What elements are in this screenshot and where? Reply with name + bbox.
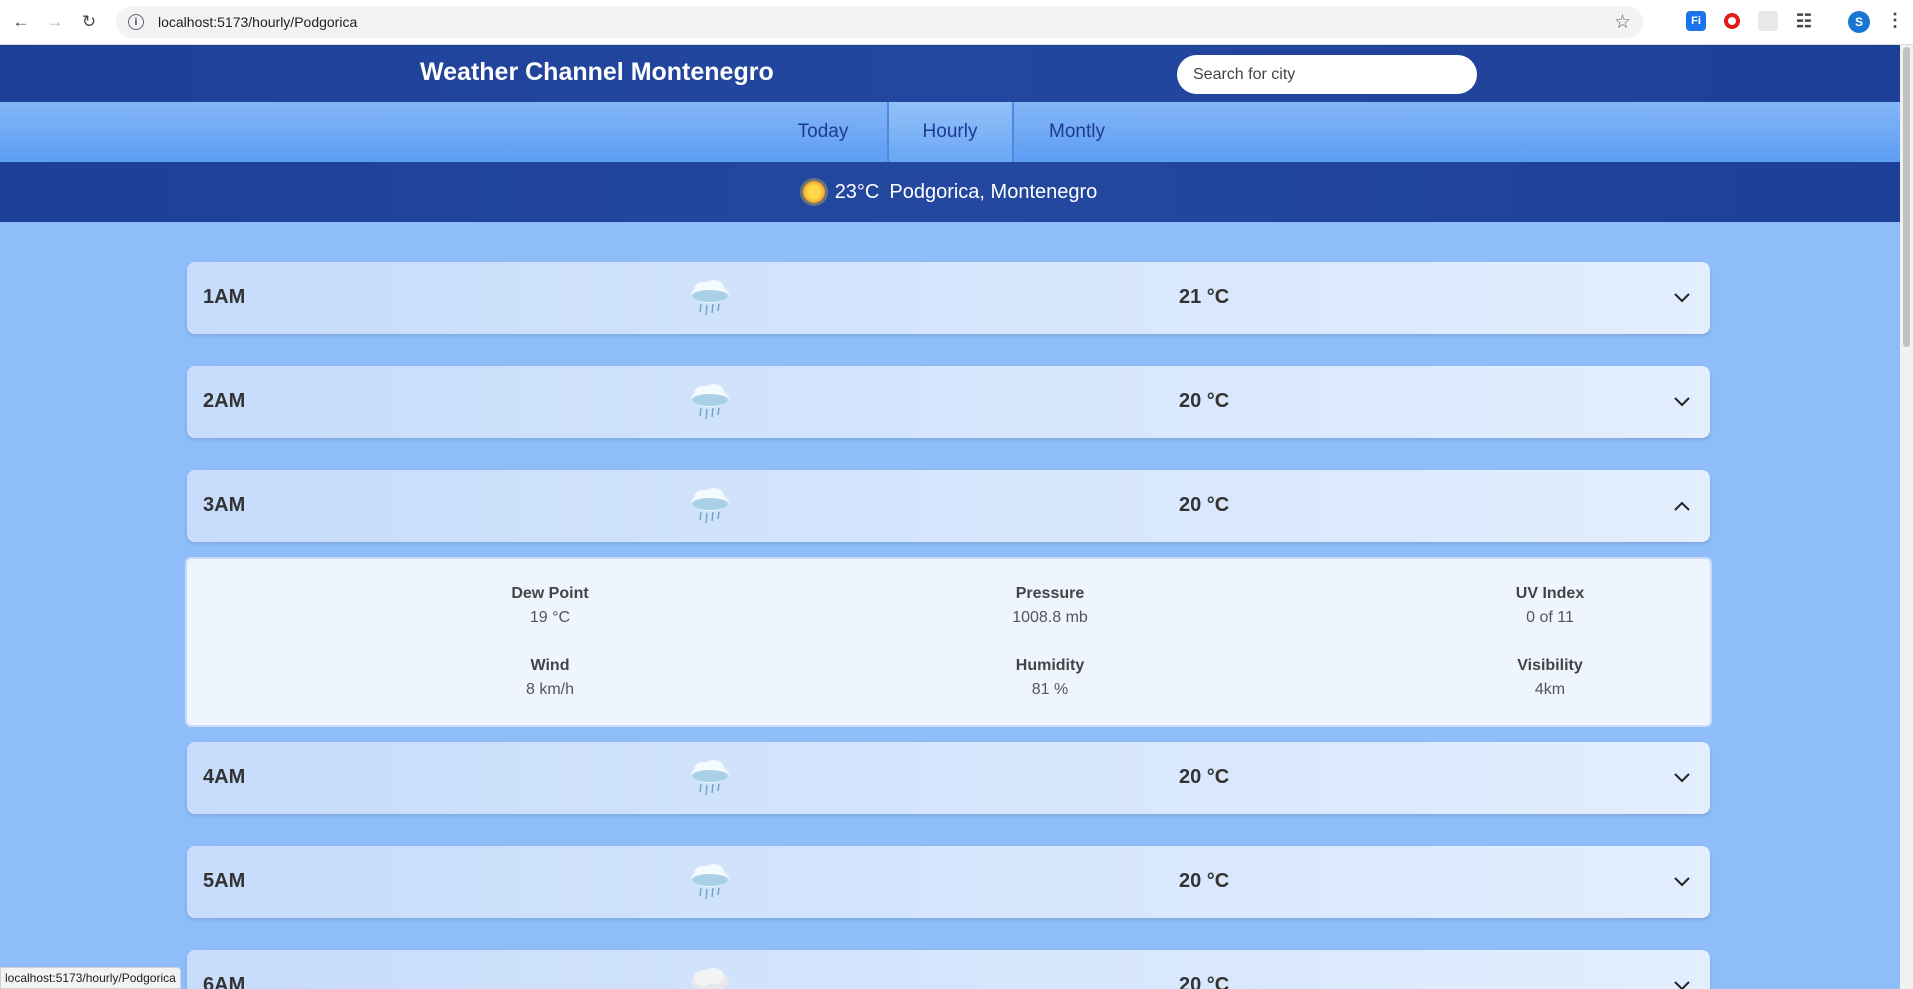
address-url[interactable]: localhost:5173/hourly/Podgorica	[158, 14, 357, 30]
detail-value: 1008.8 mb	[1012, 609, 1088, 626]
tab-today[interactable]: Today	[760, 102, 887, 162]
humidity-detail: Humidity 81 %	[950, 657, 1150, 699]
site-info-icon[interactable]: i	[128, 14, 144, 30]
tab-hourly[interactable]: Hourly	[886, 102, 1014, 162]
cloud-icon	[689, 966, 731, 989]
detail-value: 8 km/h	[525, 681, 574, 698]
detail-label: Pressure	[1015, 585, 1085, 602]
rain-cloud-icon	[689, 278, 731, 318]
detail-label: UV Index	[1515, 585, 1585, 602]
current-temperature: 23°C	[834, 180, 880, 203]
chevron-down-icon[interactable]	[1670, 390, 1694, 414]
detail-label: Wind	[530, 657, 570, 674]
detail-value: 4km	[1534, 681, 1566, 698]
extension-fi-icon[interactable]: Fi	[1686, 11, 1706, 31]
hour-time: 3AM	[203, 494, 246, 516]
hour-row-expanded[interactable]: 3AM 20 °C	[187, 470, 1710, 542]
detail-label: Dew Point	[511, 585, 589, 602]
extension-opera-icon[interactable]	[1722, 11, 1742, 31]
page-scrollbar[interactable]	[1900, 45, 1913, 989]
hour-time: 6AM	[203, 974, 246, 989]
detail-value: 81 %	[1031, 681, 1069, 698]
tab-monthly[interactable]: Montly	[1014, 102, 1141, 162]
bookmark-star-icon[interactable]: ☆	[1614, 11, 1631, 34]
chevron-down-icon[interactable]	[1670, 974, 1694, 989]
hour-row[interactable]: 2AM 20 °C	[187, 366, 1710, 438]
extension-generic-icon[interactable]	[1758, 11, 1778, 31]
city-search-input[interactable]	[1177, 55, 1477, 94]
browser-toolbar: ← → ↻ i localhost:5173/hourly/Podgorica …	[0, 0, 1913, 45]
back-icon[interactable]: ←	[8, 9, 34, 35]
rain-cloud-icon	[689, 382, 731, 422]
detail-label: Visibility	[1517, 657, 1583, 674]
detail-value: 19 °C	[529, 609, 571, 626]
chevron-down-icon[interactable]	[1670, 766, 1694, 790]
hour-temperature: 20 °C	[1179, 974, 1230, 989]
hour-time: 1AM	[203, 286, 246, 308]
hour-temperature: 20 °C	[1179, 766, 1230, 788]
chevron-down-icon[interactable]	[1670, 870, 1694, 894]
reload-icon[interactable]: ↻	[76, 9, 102, 35]
wind-detail: Wind 8 km/h	[450, 657, 650, 699]
hour-row[interactable]: 6AM 20 °C	[187, 950, 1710, 989]
profile-avatar[interactable]: S	[1848, 11, 1870, 33]
rain-cloud-icon	[689, 862, 731, 902]
pressure-detail: Pressure 1008.8 mb	[950, 585, 1150, 627]
current-weather-bar: 23°C Podgorica, Montenegro	[0, 162, 1900, 222]
hour-details-panel: Dew Point 19 °C Pressure 1008.8 mb UV In…	[185, 557, 1712, 727]
sun-icon	[802, 181, 825, 203]
hour-temperature: 20 °C	[1179, 390, 1230, 412]
hour-row[interactable]: 1AM 21 °C	[187, 262, 1710, 334]
chevron-up-icon[interactable]	[1670, 494, 1694, 518]
scrollbar-thumb[interactable]	[1903, 47, 1910, 347]
link-status-bar: localhost:5173/hourly/Podgorica	[0, 967, 181, 989]
hour-time: 2AM	[203, 390, 246, 412]
hour-temperature: 21 °C	[1179, 286, 1230, 308]
hour-time: 5AM	[203, 870, 246, 892]
hour-time: 4AM	[203, 766, 246, 788]
hour-row[interactable]: 4AM 20 °C	[187, 742, 1710, 814]
rain-cloud-icon	[689, 758, 731, 798]
hour-row[interactable]: 5AM 20 °C	[187, 846, 1710, 918]
extensions-puzzle-icon[interactable]: ☷	[1794, 11, 1814, 31]
dew-point-detail: Dew Point 19 °C	[450, 585, 650, 627]
uv-index-detail: UV Index 0 of 11	[1450, 585, 1650, 627]
detail-value: 0 of 11	[1526, 609, 1574, 626]
hour-temperature: 20 °C	[1179, 494, 1230, 516]
address-bar[interactable]: i localhost:5173/hourly/Podgorica ☆	[116, 6, 1643, 38]
visibility-detail: Visibility 4km	[1450, 657, 1650, 699]
hour-temperature: 20 °C	[1179, 870, 1230, 892]
current-location: Podgorica, Montenegro	[889, 180, 1098, 203]
forward-icon[interactable]: →	[42, 9, 68, 35]
rain-cloud-icon	[689, 486, 731, 526]
view-tabs: Today Hourly Montly	[0, 102, 1900, 162]
browser-menu-icon[interactable]: ⋮	[1886, 10, 1904, 31]
site-title[interactable]: Weather Channel Montenegro	[420, 58, 774, 87]
detail-label: Humidity	[1015, 657, 1085, 674]
chevron-down-icon[interactable]	[1670, 286, 1694, 310]
app-header: Weather Channel Montenegro	[0, 45, 1900, 102]
